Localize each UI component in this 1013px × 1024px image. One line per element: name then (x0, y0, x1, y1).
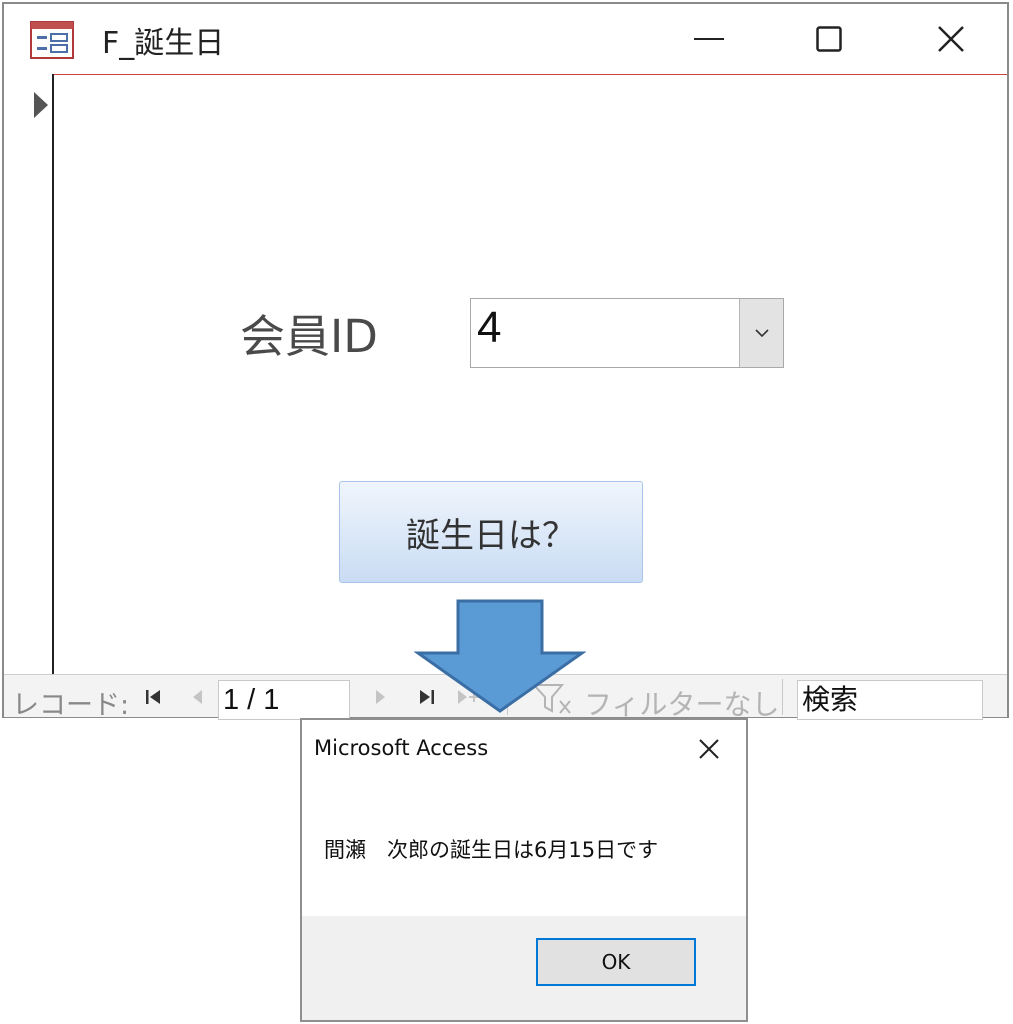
close-icon (938, 26, 964, 52)
record-label: レコード: (12, 690, 130, 721)
minimize-icon (694, 38, 724, 40)
maximize-icon (816, 26, 842, 52)
window-title: F_誕生日 (102, 26, 225, 61)
next-record-icon (376, 690, 385, 704)
dropdown-button[interactable] (739, 299, 783, 367)
previous-record-icon (193, 690, 202, 704)
birthday-button[interactable]: 誕生日は？ (339, 481, 643, 583)
divider (782, 679, 783, 715)
down-arrow-icon (414, 599, 586, 713)
first-record-button[interactable] (144, 685, 162, 709)
previous-record-button[interactable] (190, 685, 204, 709)
first-record-icon (146, 690, 160, 704)
close-icon[interactable] (696, 736, 722, 762)
maximize-button[interactable] (804, 16, 854, 62)
current-record-field[interactable]: 1 / 1 (218, 680, 350, 720)
member-id-combobox[interactable]: 4 (470, 298, 784, 368)
filter-status[interactable]: フィルターなし (584, 683, 779, 723)
search-input[interactable]: 検索 (797, 680, 983, 720)
next-record-button[interactable] (374, 685, 388, 709)
ok-button[interactable]: OK (536, 938, 696, 986)
dialog-footer: OK (302, 916, 746, 1020)
minimize-button[interactable] (684, 16, 734, 62)
member-id-value: 4 (477, 303, 502, 352)
chevron-down-icon (754, 329, 769, 337)
title-bar: F_誕生日 (4, 4, 1007, 75)
member-id-label: 会員ID (240, 310, 378, 363)
dialog-message: 間瀬 次郎の誕生日は6月15日です (324, 838, 659, 862)
message-dialog: Microsoft Access 間瀬 次郎の誕生日は6月15日です OK (300, 718, 748, 1022)
form-icon (30, 21, 74, 59)
current-record-arrow-icon (34, 92, 48, 118)
record-selector[interactable] (4, 74, 54, 674)
close-button[interactable] (926, 16, 976, 62)
dialog-title: Microsoft Access (314, 736, 489, 760)
